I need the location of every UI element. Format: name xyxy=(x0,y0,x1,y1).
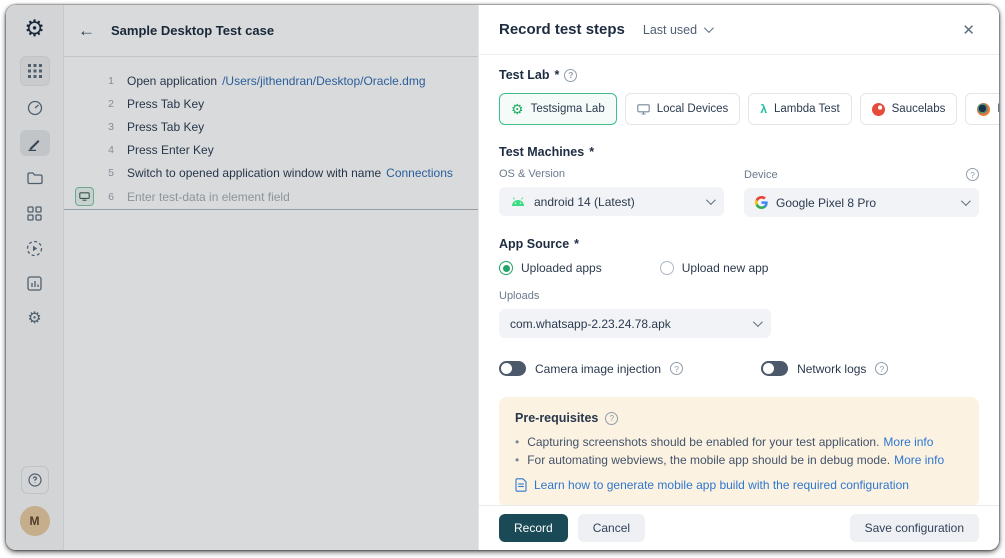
help-circle-icon[interactable] xyxy=(564,69,577,82)
document-icon xyxy=(515,478,527,492)
app-source-radios: Uploaded apps Upload new app xyxy=(499,261,979,275)
record-button[interactable]: Record xyxy=(499,514,568,542)
more-info-link[interactable]: More info xyxy=(883,435,933,449)
prerequisites-box: Pre-requisites • Capturing screenshots s… xyxy=(499,397,979,505)
radio-icon xyxy=(499,261,513,275)
chevron-down-icon xyxy=(704,23,714,33)
radio-upload-new-app[interactable]: Upload new app xyxy=(660,261,769,275)
app-source-label: App Source * xyxy=(499,237,979,251)
chevron-down-icon xyxy=(753,317,763,327)
camera-image-injection-toggle[interactable] xyxy=(499,361,526,376)
last-used-label: Last used xyxy=(643,23,697,37)
uploads-select[interactable]: com.whatsapp-2.23.24.78.apk xyxy=(499,309,771,338)
saucelabs-icon xyxy=(872,103,885,116)
record-test-steps-drawer: Record test steps Last used ✕ Test Lab * xyxy=(478,5,999,550)
drawer-header: Record test steps Last used ✕ xyxy=(479,5,999,55)
toggle-label: Network logs xyxy=(797,362,866,376)
chevron-down-icon xyxy=(961,196,971,206)
prerequisite-item: • Capturing screenshots should be enable… xyxy=(515,435,963,449)
close-icon[interactable]: ✕ xyxy=(958,19,979,41)
network-logs-toggle[interactable] xyxy=(761,361,788,376)
prerequisites-title: Pre-requisites xyxy=(515,411,598,425)
android-icon xyxy=(510,197,526,207)
left-panel: ⚙ xyxy=(6,5,478,550)
os-version-value: android 14 (Latest) xyxy=(534,195,635,209)
help-circle-icon[interactable] xyxy=(605,412,618,425)
test-lab-options: ⚙ Testsigma Lab Local Devices λ Lambda T… xyxy=(499,93,979,125)
test-lab-label: Test Lab * xyxy=(499,68,979,82)
radio-uploaded-apps[interactable]: Uploaded apps xyxy=(499,261,602,275)
app-build-doc-link[interactable]: Learn how to generate mobile app build w… xyxy=(534,478,909,492)
test-machines-label: Test Machines * xyxy=(499,145,979,159)
help-circle-icon[interactable] xyxy=(875,362,888,375)
os-version-label: OS & Version xyxy=(499,168,724,180)
device-value: Google Pixel 8 Pro xyxy=(776,196,876,210)
drawer-body: Test Lab * ⚙ Testsigma Lab Local Devices… xyxy=(479,55,999,505)
os-version-select[interactable]: android 14 (Latest) xyxy=(499,187,724,216)
drawer-footer: Record Cancel Save configuration xyxy=(479,505,999,550)
chevron-down-icon xyxy=(706,195,716,205)
toggle-label: Camera image injection xyxy=(535,362,661,376)
modal-scrim[interactable] xyxy=(6,5,478,550)
lab-option-saucelabs[interactable]: Saucelabs xyxy=(860,93,958,125)
more-info-link[interactable]: More info xyxy=(894,453,944,467)
google-icon xyxy=(755,196,768,209)
last-used-dropdown[interactable]: Last used xyxy=(643,23,711,37)
uploads-label: Uploads xyxy=(499,290,979,302)
drawer-title: Record test steps xyxy=(499,21,625,38)
lab-option-lambda-test[interactable]: λ Lambda Test xyxy=(748,93,851,125)
app-window: ⚙ xyxy=(6,5,999,550)
testsigma-gear-icon: ⚙ xyxy=(511,102,524,116)
save-configuration-button[interactable]: Save configuration xyxy=(850,514,979,542)
help-circle-icon[interactable] xyxy=(966,168,979,181)
feature-toggles: Camera image injection Network logs xyxy=(499,361,979,376)
lab-option-local-devices[interactable]: Local Devices xyxy=(625,93,741,125)
browserstack-icon xyxy=(977,103,990,116)
screenshot-stage: ⚙ xyxy=(0,0,1005,558)
cancel-button[interactable]: Cancel xyxy=(578,514,645,542)
lab-option-testsigma[interactable]: ⚙ Testsigma Lab xyxy=(499,93,617,125)
prerequisite-item: • For automating webviews, the mobile ap… xyxy=(515,453,963,467)
lab-option-browserstack[interactable]: Browserstack xyxy=(965,93,999,125)
device-label: Device xyxy=(744,169,778,181)
monitor-icon xyxy=(637,104,650,115)
help-circle-icon[interactable] xyxy=(670,362,683,375)
radio-icon xyxy=(660,261,674,275)
uploads-value: com.whatsapp-2.23.24.78.apk xyxy=(510,317,671,331)
lambdatest-icon: λ xyxy=(760,102,767,116)
device-select[interactable]: Google Pixel 8 Pro xyxy=(744,188,979,217)
